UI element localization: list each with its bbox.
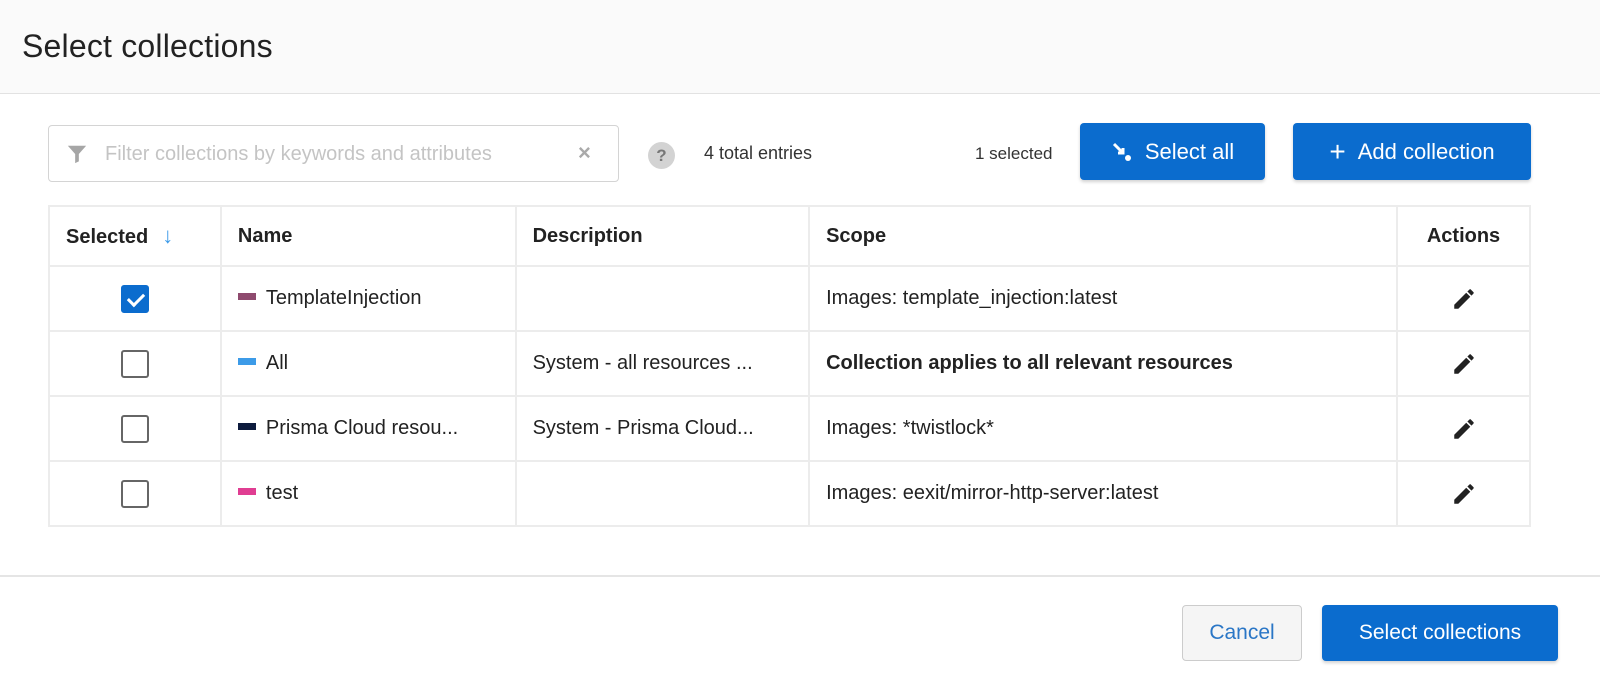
help-icon[interactable]: ? [648, 142, 675, 169]
edit-pencil-icon[interactable] [1451, 286, 1477, 312]
row-name-cell: TemplateInjection [219, 265, 517, 332]
row-actions-cell [1396, 395, 1531, 462]
row-description-cell: System - Prisma Cloud... [514, 395, 811, 462]
row-checkbox[interactable] [120, 479, 149, 508]
row-description-cell [514, 460, 811, 527]
filter-box: × [48, 125, 619, 182]
collection-color-swatch [237, 488, 256, 496]
select-all-icon [1112, 142, 1131, 161]
row-description-cell: System - all resources ... [514, 330, 811, 397]
row-actions-cell [1396, 460, 1531, 527]
collection-name: test [265, 482, 299, 504]
edit-pencil-icon[interactable] [1451, 416, 1477, 442]
row-checkbox[interactable] [120, 414, 149, 443]
plus-icon: + [1329, 135, 1346, 167]
filter-icon [67, 145, 87, 164]
table-row[interactable]: Prisma Cloud resou... System - Prisma Cl… [48, 395, 1531, 462]
column-header-scope[interactable]: Scope [808, 205, 1399, 267]
row-actions-cell [1396, 330, 1531, 397]
row-name-cell: test [219, 460, 517, 527]
table-row[interactable]: All System - all resources ... Collectio… [48, 330, 1531, 397]
row-select-cell [48, 265, 222, 332]
select-all-button[interactable]: Select all [1080, 123, 1265, 180]
footer-divider [0, 575, 1600, 577]
row-description-cell [514, 265, 811, 332]
total-entries: 4 total entries [704, 143, 813, 163]
selected-count: 1 selected [975, 144, 1053, 163]
column-header-selected[interactable]: Selected ↓ [48, 205, 222, 267]
row-select-cell [48, 460, 222, 527]
row-select-cell [48, 395, 222, 462]
row-scope-cell: Images: eexit/mirror-http-server:latest [808, 460, 1399, 527]
column-header-name[interactable]: Name [219, 205, 517, 267]
collection-color-swatch [237, 293, 256, 301]
row-scope-cell: Images: *twistlock* [808, 395, 1399, 462]
add-collection-label: Add collection [1357, 138, 1495, 164]
collection-color-swatch [237, 358, 256, 366]
row-checkbox[interactable] [120, 349, 149, 378]
filter-input[interactable] [103, 138, 563, 170]
select-collections-button[interactable]: Select collections [1322, 605, 1558, 661]
row-checkbox[interactable] [120, 284, 149, 313]
edit-pencil-icon[interactable] [1451, 481, 1477, 507]
row-name-cell: All [219, 330, 517, 397]
dialog-header: Select collections [0, 0, 1600, 94]
table-row[interactable]: TemplateInjection Images: template_injec… [48, 265, 1531, 332]
table-header-row: Selected ↓ Name Description Scope Actions [48, 205, 1531, 267]
collection-name: TemplateInjection [265, 287, 422, 309]
collection-color-swatch [237, 423, 256, 431]
row-name-cell: Prisma Cloud resou... [219, 395, 517, 462]
dialog-title: Select collections [22, 28, 273, 64]
cancel-button[interactable]: Cancel [1182, 605, 1302, 661]
collections-table: Selected ↓ Name Description Scope Actions… [48, 205, 1531, 527]
clear-filter-icon[interactable]: × [578, 142, 591, 164]
select-all-label: Select all [1144, 138, 1235, 164]
collection-name: Prisma Cloud resou... [265, 417, 459, 439]
row-scope-cell: Images: template_injection:latest [808, 265, 1399, 332]
row-select-cell [48, 330, 222, 397]
row-actions-cell [1396, 265, 1531, 332]
edit-pencil-icon[interactable] [1451, 351, 1477, 377]
column-header-actions: Actions [1396, 205, 1531, 267]
table-row[interactable]: test Images: eexit/mirror-http-server:la… [48, 460, 1531, 527]
add-collection-button[interactable]: + Add collection [1293, 123, 1531, 180]
column-header-description[interactable]: Description [514, 205, 811, 267]
toolbar: × ? 4 total entries 1 selected Select al… [48, 123, 1531, 182]
row-scope-cell: Collection applies to all relevant resou… [808, 330, 1399, 397]
collection-name: All [265, 352, 289, 374]
sort-down-icon[interactable]: ↓ [162, 223, 173, 248]
